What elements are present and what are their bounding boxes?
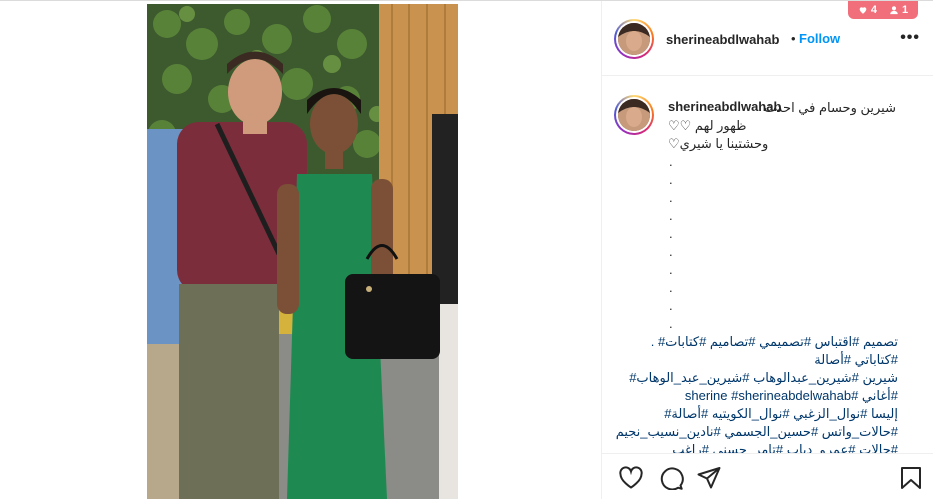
photo-scene [147, 4, 458, 499]
caption-line-2: ظهور لهم ♡♡ [668, 118, 747, 133]
follow-button[interactable]: Follow [799, 31, 840, 46]
author-avatar[interactable] [614, 19, 654, 59]
post-sidebar: sherineabdlwahab • Follow ••• sherineabd… [601, 1, 933, 499]
post-actions [602, 453, 933, 499]
post-media [0, 1, 601, 499]
author-username[interactable]: sherineabdlwahab [666, 32, 779, 47]
caption-dot: . [669, 172, 673, 187]
instagram-post: 4 1 sherineabdlwahab • Follow ••• sherin… [0, 0, 933, 499]
comment-icon [660, 467, 684, 490]
share-button[interactable] [696, 466, 722, 490]
caption-text: ظهور لهم ♡♡ وحشتينا يا شيري♡ . . . . . .… [616, 117, 898, 453]
caption-dot: . [669, 298, 673, 313]
avatar-image [618, 99, 650, 131]
hashtag-line[interactable]: شيرين #شيرين_عبدالوهاب #شيرين_عبد_الوهاب… [629, 369, 898, 387]
post-photo[interactable] [147, 4, 458, 499]
paper-plane-icon [697, 467, 721, 489]
hashtag-line[interactable]: إليسا #نوال_الزغبي #نوال_الكويتيه #أصالة… [664, 405, 898, 423]
hashtag-line[interactable]: #حالات_واتس #حسين_الجسمي #نادين_نسيب_نجي… [616, 423, 898, 441]
bookmark-icon [901, 467, 921, 489]
more-options-icon[interactable]: ••• [900, 29, 920, 47]
caption-dot: . [669, 226, 673, 241]
save-button[interactable] [898, 466, 924, 490]
hashtag-line[interactable]: #أغاني #sherine #sherineabdelwahab [668, 387, 898, 405]
avatar-image [618, 23, 650, 55]
comments-section[interactable]: sherineabdlwahab شيرين وحسام في احدث ظهو… [602, 77, 933, 453]
caption-dot: . [669, 154, 673, 169]
caption-dot: . [669, 262, 673, 277]
caption-dot: . [669, 280, 673, 295]
hashtag-line[interactable]: #حالات #عمرو_دياب #تامر_حسني #راغب [668, 441, 898, 453]
hashtag-line[interactable]: تصميم #اقتباس #تصميمي #تصاميم #كتابات# . [651, 333, 898, 351]
caption-dot: . [669, 316, 673, 331]
like-button[interactable] [618, 466, 644, 490]
caption-line-3: وحشتينا يا شيري♡ [668, 136, 769, 151]
comment-button[interactable] [658, 466, 684, 490]
hashtag-line[interactable]: #كتاباتي #أصالة [668, 351, 898, 369]
heart-outline-icon [619, 466, 643, 489]
post-header: sherineabdlwahab • Follow ••• [602, 1, 933, 76]
caption-dot: . [669, 208, 673, 223]
caption-line-1: شيرين وحسام في احدث [763, 100, 896, 115]
caption-avatar[interactable] [614, 95, 654, 135]
caption-dot: . [669, 190, 673, 205]
separator-dot: • [791, 31, 796, 46]
caption-dot: . [669, 244, 673, 259]
